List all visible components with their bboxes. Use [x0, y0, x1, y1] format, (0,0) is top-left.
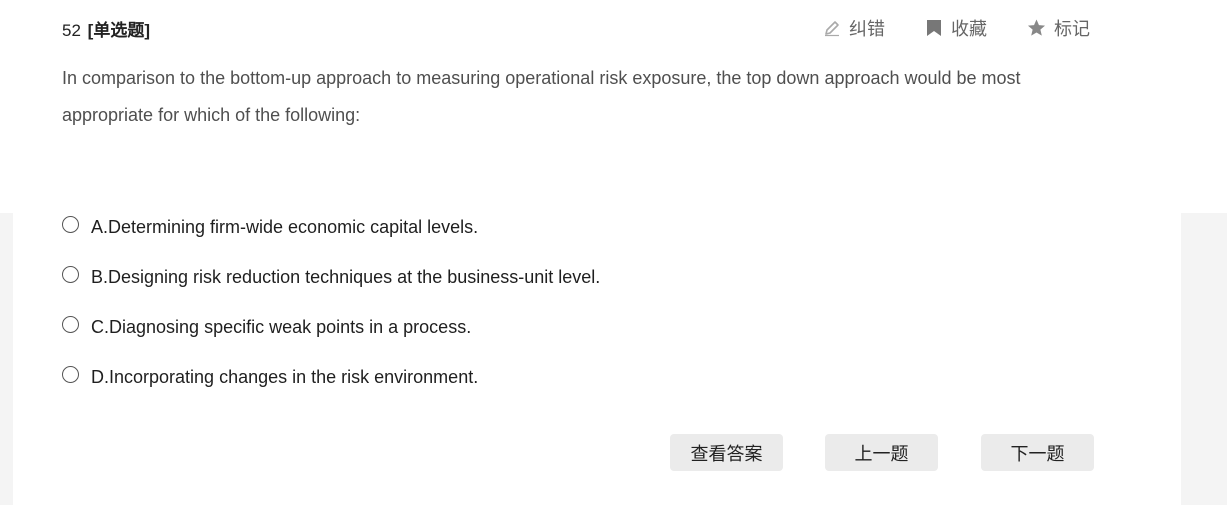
option-a[interactable]: A.Determining firm-wide economic capital…	[62, 213, 478, 241]
question-stem: In comparison to the bottom-up approach …	[62, 68, 1021, 125]
option-d-text: D.Incorporating changes in the risk envi…	[91, 366, 479, 387]
option-a-radio[interactable]	[62, 215, 79, 233]
star-icon	[1027, 19, 1046, 37]
question-number: 52	[62, 21, 81, 40]
next-question-button[interactable]: 下一题	[981, 434, 1094, 471]
collect-button[interactable]: 收藏	[925, 15, 987, 41]
bookmark-icon	[925, 19, 943, 37]
mark-label: 标记	[1054, 19, 1090, 39]
option-c-text: C.Diagnosing specific weak points in a p…	[91, 316, 472, 337]
option-b[interactable]: B.Designing risk reduction techniques at…	[62, 263, 600, 291]
collect-label: 收藏	[951, 19, 987, 39]
option-d-radio[interactable]	[62, 365, 79, 383]
previous-question-button[interactable]: 上一题	[825, 434, 938, 471]
pencil-icon	[823, 19, 841, 37]
view-answer-button[interactable]: 查看答案	[670, 434, 783, 471]
mark-button[interactable]: 标记	[1027, 15, 1090, 41]
option-a-text: A.Determining firm-wide economic capital…	[91, 216, 479, 237]
report-error-button[interactable]: 纠错	[823, 15, 885, 41]
option-c[interactable]: C.Diagnosing specific weak points in a p…	[62, 313, 471, 341]
question-header: 52 [单选题]	[62, 16, 150, 41]
option-d[interactable]: D.Incorporating changes in the risk envi…	[62, 363, 478, 391]
option-b-radio[interactable]	[62, 265, 79, 283]
option-b-text: B.Designing risk reduction techniques at…	[91, 266, 601, 287]
option-c-radio[interactable]	[62, 315, 79, 333]
question-type: [单选题]	[87, 21, 150, 40]
report-error-label: 纠错	[849, 19, 885, 39]
